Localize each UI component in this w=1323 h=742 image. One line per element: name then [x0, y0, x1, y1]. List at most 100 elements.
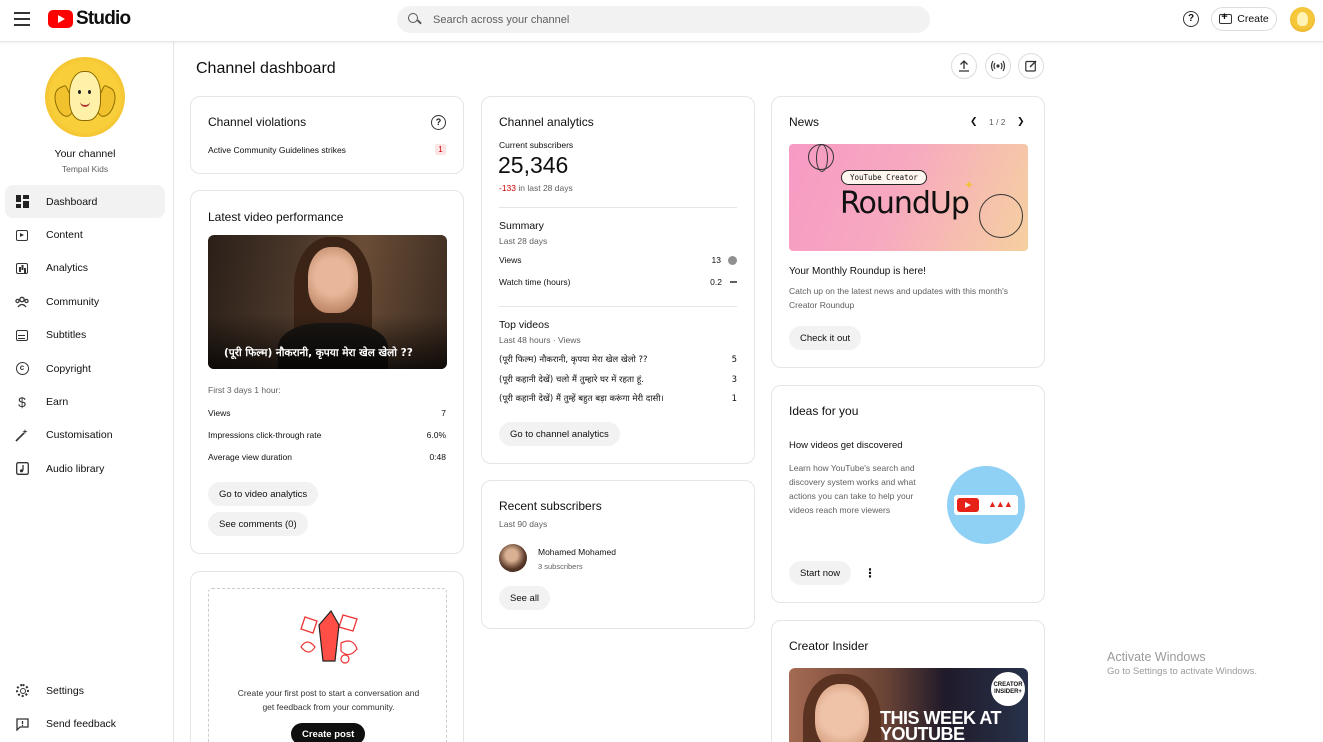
- news-chip: YouTube Creator: [841, 170, 927, 185]
- creator-insider-card: Creator Insider THIS WEEK AT YOUTUBE CRE…: [771, 620, 1045, 742]
- stat-value: 6.0%: [426, 430, 446, 440]
- info-icon[interactable]: [728, 255, 737, 265]
- search-icon[interactable]: [408, 13, 421, 26]
- upload-icon: [959, 60, 969, 72]
- studio-logo[interactable]: Studio: [48, 8, 131, 30]
- news-banner-title: RoundUp: [840, 186, 970, 221]
- create-post-cta-button[interactable]: Create post: [291, 723, 366, 742]
- sidebar-item-copyright[interactable]: c Copyright: [5, 352, 165, 385]
- create-post-prompt: Create your first post to start a conver…: [208, 588, 447, 742]
- period-label: First 3 days 1 hour:: [208, 385, 281, 395]
- news-banner[interactable]: ✦ YouTube Creator RoundUp: [789, 144, 1028, 251]
- sidebar-item-earn[interactable]: $ Earn: [5, 385, 165, 418]
- ideas-card: Ideas for you How videos get discovered …: [771, 385, 1045, 603]
- account-avatar[interactable]: [1290, 7, 1315, 32]
- youtube-logo-icon: [48, 10, 73, 28]
- news-pager: 1 / 2: [989, 117, 1006, 127]
- search-bar[interactable]: [397, 6, 930, 33]
- see-all-button[interactable]: See all: [499, 586, 551, 610]
- chevron-left-icon[interactable]: ❮: [970, 116, 978, 127]
- chevron-right-icon[interactable]: ❯: [1017, 116, 1025, 127]
- create-post-card: Create your first post to start a conver…: [190, 571, 464, 742]
- video-thumbnail[interactable]: (पूरी फिल्म) नौकरानी, कृपया मेरा खेल खेल…: [208, 235, 447, 369]
- thumbnail-face: [308, 247, 358, 313]
- card-title: Latest video performance: [208, 210, 344, 224]
- people-icon: ▲▲▲: [988, 499, 1013, 509]
- check-it-out-button[interactable]: Check it out: [789, 326, 862, 350]
- stat-label: Views: [208, 408, 231, 418]
- megaphone-illustration: [300, 609, 358, 664]
- top-video-views: 5: [731, 354, 737, 365]
- see-comments-button[interactable]: See comments (0): [208, 512, 308, 536]
- logo-line: INSIDER+: [994, 689, 1022, 695]
- subscriber-name[interactable]: Mohamed Mohamed: [538, 547, 616, 557]
- menu-icon[interactable]: [14, 12, 30, 26]
- channel-title: Your channel: [54, 148, 116, 160]
- windows-activation-watermark: Activate Windows Go to Settings to activ…: [1107, 650, 1257, 677]
- top-video-row[interactable]: (पूरी फिल्म) नौकरानी, कृपया मेरा खेल खेल…: [499, 354, 737, 366]
- channel-analytics-card: Channel analytics Current subscribers 25…: [481, 96, 755, 464]
- sidebar-item-analytics[interactable]: Analytics: [5, 252, 165, 285]
- sidebar-item-label: Customisation: [46, 429, 113, 442]
- thumbnail-face: [815, 684, 869, 742]
- sidebar-item-community[interactable]: Community: [5, 285, 165, 318]
- top-videos-period: Last 48 hours · Views: [499, 335, 581, 345]
- sidebar-item-send-feedback[interactable]: Send feedback: [5, 707, 165, 740]
- top-videos-title: Top videos: [499, 319, 550, 331]
- channel-violations-card: Channel violations ? Active Community Gu…: [190, 96, 464, 174]
- create-label: Create: [1237, 13, 1269, 25]
- live-icon: [990, 60, 1006, 72]
- thumbnail-title: (पूरी फिल्म) नौकरानी, कृपया मेरा खेल खेल…: [224, 347, 413, 359]
- summary-title: Summary: [499, 220, 544, 232]
- go-to-video-analytics-button[interactable]: Go to video analytics: [208, 482, 319, 506]
- strikes-label: Active Community Guidelines strikes: [208, 144, 346, 155]
- sidebar-item-customisation[interactable]: Customisation: [5, 419, 165, 452]
- card-title: Channel violations: [208, 115, 307, 129]
- search-input[interactable]: [433, 13, 903, 26]
- creator-insider-thumbnail[interactable]: THIS WEEK AT YOUTUBE CREATOR INSIDER+: [789, 668, 1028, 742]
- start-now-button[interactable]: Start now: [789, 561, 852, 585]
- sidebar-item-label: Content: [46, 229, 83, 242]
- sidebar-item-dashboard[interactable]: Dashboard: [5, 185, 165, 219]
- top-bar: Studio ? Create: [0, 0, 1323, 42]
- create-button[interactable]: Create: [1211, 7, 1277, 31]
- sidebar-item-settings[interactable]: Settings: [5, 674, 165, 707]
- card-title: News: [789, 115, 820, 129]
- ideas-subtitle: How videos get discovered: [789, 440, 903, 451]
- subscribers-label: Current subscribers: [499, 140, 574, 150]
- sidebar-item-content[interactable]: Content: [5, 218, 165, 251]
- customisation-icon: [15, 428, 29, 442]
- go-to-channel-analytics-button[interactable]: Go to channel analytics: [499, 422, 620, 446]
- sidebar-item-subtitles[interactable]: Subtitles: [5, 319, 165, 352]
- subscribers-count: 25,346: [498, 152, 569, 178]
- subscriber-avatar[interactable]: [499, 544, 527, 572]
- top-video-title: (पूरी फिल्म) नौकरानी, कृपया मेरा खेल खेल…: [499, 355, 648, 365]
- create-post-button[interactable]: [1018, 53, 1044, 79]
- create-video-icon: [1219, 11, 1233, 24]
- top-video-title: (पूरी कहानी देखें) मैं तुम्हें बहुत बड़ा…: [499, 394, 664, 404]
- divider: [499, 207, 737, 208]
- sidebar-bottom-nav: Settings Send feedback: [5, 674, 165, 741]
- sidebar-item-audio-library[interactable]: Audio library: [5, 452, 165, 485]
- sidebar-item-label: Analytics: [46, 262, 89, 275]
- top-video-views: 1: [731, 393, 737, 404]
- top-video-row[interactable]: (पूरी कहानी देखें) मैं तुम्हें बहुत बड़ा…: [499, 393, 737, 405]
- strikes-row: Active Community Guidelines strikes 1: [208, 144, 446, 155]
- edit-icon: [1025, 60, 1037, 72]
- upload-button[interactable]: [951, 53, 977, 79]
- stat-row: Views 7: [208, 408, 446, 418]
- subscribers-change: -133 in last 28 days: [499, 183, 573, 193]
- top-video-row[interactable]: (पूरी कहानी देखें) चलो मैं तुम्हारे घर म…: [499, 374, 737, 386]
- news-body: Catch up on the latest news and updates …: [789, 286, 1008, 310]
- help-icon[interactable]: ?: [1183, 11, 1199, 27]
- thumbnail-gradient: [208, 314, 447, 369]
- channel-avatar[interactable]: [45, 57, 125, 137]
- help-icon[interactable]: ?: [431, 115, 446, 130]
- go-live-button[interactable]: [985, 53, 1011, 79]
- more-options-icon[interactable]: ⋮: [864, 566, 876, 580]
- card-title: Channel analytics: [499, 115, 594, 129]
- strikes-count-badge: 1: [435, 144, 446, 155]
- sidebar-item-label: Settings: [46, 684, 84, 697]
- sidebar-item-label: Send feedback: [46, 718, 117, 731]
- news-card: News ❮ 1 / 2 ❯ ✦ YouTube Creator RoundUp…: [771, 96, 1045, 368]
